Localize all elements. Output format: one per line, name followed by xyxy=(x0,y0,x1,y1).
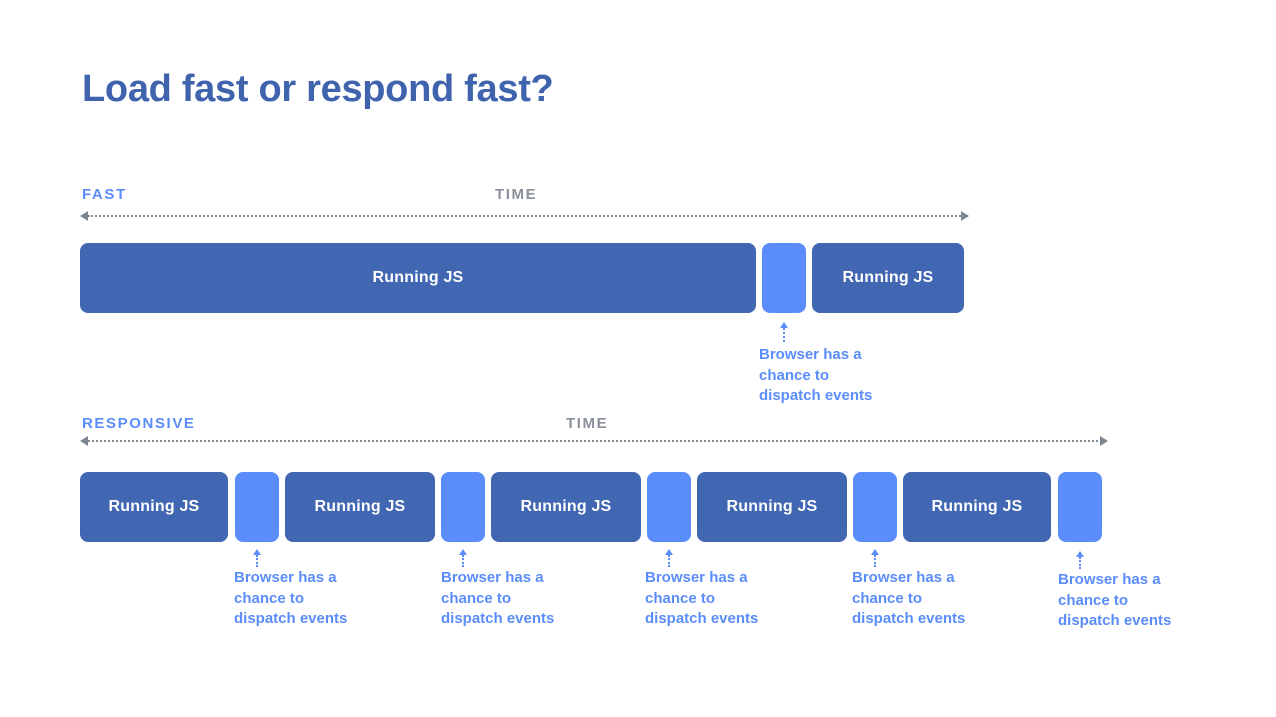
callout-stem xyxy=(783,328,785,342)
block-label: Running JS xyxy=(842,269,934,286)
callout-stem xyxy=(1079,557,1081,569)
block-label: Running JS xyxy=(314,498,406,515)
block-running-js[interactable]: Running JS xyxy=(697,472,847,542)
block-label: Running JS xyxy=(372,269,464,286)
block-running-js[interactable]: Running JS xyxy=(80,472,228,542)
block-running-js[interactable]: Running JS xyxy=(812,243,964,313)
block-label: Running JS xyxy=(108,498,200,515)
block-running-js[interactable]: Running JS xyxy=(903,472,1051,542)
time-axis-line-responsive xyxy=(88,440,1106,444)
axis-arrow-right-fast xyxy=(961,211,969,221)
callout-text: Browser has a chance to dispatch events xyxy=(441,569,555,627)
block-idle-gap[interactable] xyxy=(441,472,485,542)
mode-label-fast: FAST xyxy=(82,186,127,203)
block-running-js[interactable]: Running JS xyxy=(491,472,641,542)
callout-stem xyxy=(668,555,670,567)
callout-stem xyxy=(874,555,876,567)
callout-text: Browser has a chance to dispatch events xyxy=(1058,571,1172,629)
callout-text: Browser has a chance to dispatch events xyxy=(645,569,759,627)
callout-stem xyxy=(256,555,258,567)
page-title: Load fast or respond fast? xyxy=(82,68,554,110)
block-running-js[interactable]: Running JS xyxy=(80,243,756,313)
block-idle-gap[interactable] xyxy=(1058,472,1102,542)
block-idle-gap[interactable] xyxy=(647,472,691,542)
block-running-js[interactable]: Running JS xyxy=(285,472,435,542)
axis-arrow-left-fast xyxy=(80,211,88,221)
block-idle-gap[interactable] xyxy=(235,472,279,542)
callout-text: Browser has a chance to dispatch events xyxy=(759,346,873,404)
callout-text: Browser has a chance to dispatch events xyxy=(234,569,348,627)
block-idle-gap[interactable] xyxy=(853,472,897,542)
time-axis-label-responsive: TIME xyxy=(566,415,609,432)
block-label: Running JS xyxy=(726,498,818,515)
block-label: Running JS xyxy=(931,498,1023,515)
mode-label-responsive: RESPONSIVE xyxy=(82,415,196,432)
time-axis-label-fast: TIME xyxy=(495,186,538,203)
callout-text: Browser has a chance to dispatch events xyxy=(852,569,966,627)
axis-arrow-left-responsive xyxy=(80,436,88,446)
axis-arrow-right-responsive xyxy=(1100,436,1108,446)
block-label: Running JS xyxy=(520,498,612,515)
callout-stem xyxy=(462,555,464,567)
slide-canvas: Load fast or respond fast? FAST TIME Run… xyxy=(0,0,1276,717)
block-idle-gap[interactable] xyxy=(762,243,806,313)
time-axis-line-fast xyxy=(88,215,968,219)
